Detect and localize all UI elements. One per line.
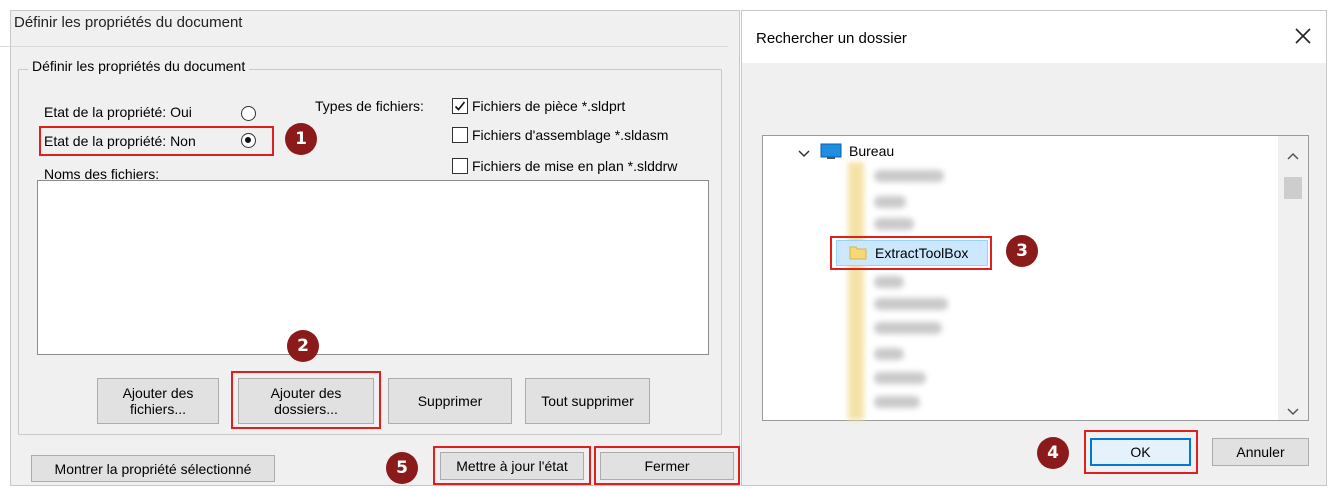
ok-button[interactable]: OK xyxy=(1090,438,1191,466)
step-marker-4: 4 xyxy=(1037,437,1069,469)
tree-item-extracttoolbox-label: ExtractToolBox xyxy=(875,245,969,261)
desktop-icon xyxy=(820,143,842,160)
title-separator xyxy=(0,46,728,47)
checkbox-slddrw[interactable] xyxy=(452,158,468,174)
add-folders-line2: dossiers... xyxy=(274,401,338,417)
radio-non-label: Etat de la propriété: Non xyxy=(44,133,196,149)
tree-item-blurred[interactable] xyxy=(874,322,942,334)
update-state-button[interactable]: Mettre à jour l'état xyxy=(440,452,584,480)
tree-item-blurred[interactable] xyxy=(874,170,944,182)
dialog-title: Définir les propriétés du document xyxy=(14,14,243,31)
scroll-up-icon[interactable] xyxy=(1287,147,1299,163)
browse-dialog-title: Rechercher un dossier xyxy=(756,30,907,47)
checkbox-sldasm[interactable] xyxy=(452,127,468,143)
step-marker-5: 5 xyxy=(386,452,418,484)
radio-non[interactable] xyxy=(241,133,256,148)
add-files-line1: Ajouter des xyxy=(122,385,194,401)
chevron-down-icon[interactable] xyxy=(798,146,810,162)
checkbox-sldprt[interactable] xyxy=(452,98,468,114)
checkbox-slddrw-label: Fichiers de mise en plan *.slddrw xyxy=(472,158,678,174)
folder-tree[interactable] xyxy=(762,135,1309,421)
blurred-folder-icons xyxy=(848,162,864,420)
delete-all-button[interactable]: Tout supprimer xyxy=(525,378,650,424)
add-folders-button[interactable]: Ajouter des dossiers... xyxy=(238,378,374,424)
step-marker-1: 1 xyxy=(285,123,317,155)
group-legend: Définir les propriétés du document xyxy=(28,58,250,74)
tree-item-bureau[interactable]: Bureau xyxy=(849,143,894,159)
tree-item-blurred[interactable] xyxy=(874,348,904,360)
radio-selected-dot xyxy=(245,137,251,143)
close-dialog-button[interactable]: Fermer xyxy=(600,452,734,480)
scroll-thumb[interactable] xyxy=(1284,177,1302,199)
folder-icon xyxy=(849,244,867,260)
file-types-label: Types de fichiers: xyxy=(315,98,424,114)
tree-item-blurred[interactable] xyxy=(874,218,914,230)
close-icon[interactable] xyxy=(1291,24,1315,48)
checkbox-sldasm-label: Fichiers d'assemblage *.sldasm xyxy=(472,127,669,143)
add-folders-line1: Ajouter des xyxy=(270,385,342,401)
checkmark-icon xyxy=(454,101,466,111)
add-files-button[interactable]: Ajouter des fichiers... xyxy=(97,378,219,424)
cancel-button[interactable]: Annuler xyxy=(1212,438,1309,466)
checkbox-sldprt-label: Fichiers de pièce *.sldprt xyxy=(472,98,626,114)
step-marker-2: 2 xyxy=(287,330,319,362)
show-selected-property-button[interactable]: Montrer la propriété sélectionné xyxy=(31,455,275,482)
scroll-down-icon[interactable] xyxy=(1287,403,1299,419)
tree-item-blurred[interactable] xyxy=(874,276,904,288)
tree-item-blurred[interactable] xyxy=(874,298,948,310)
delete-button[interactable]: Supprimer xyxy=(388,378,512,424)
tree-item-blurred[interactable] xyxy=(874,372,926,384)
tree-item-blurred[interactable] xyxy=(874,396,920,408)
radio-oui-label: Etat de la propriété: Oui xyxy=(44,104,192,120)
radio-oui[interactable] xyxy=(241,106,256,121)
tree-item-blurred[interactable] xyxy=(874,196,906,208)
add-files-line2: fichiers... xyxy=(129,401,186,417)
step-marker-3: 3 xyxy=(1006,235,1038,267)
file-names-list[interactable] xyxy=(37,180,709,355)
